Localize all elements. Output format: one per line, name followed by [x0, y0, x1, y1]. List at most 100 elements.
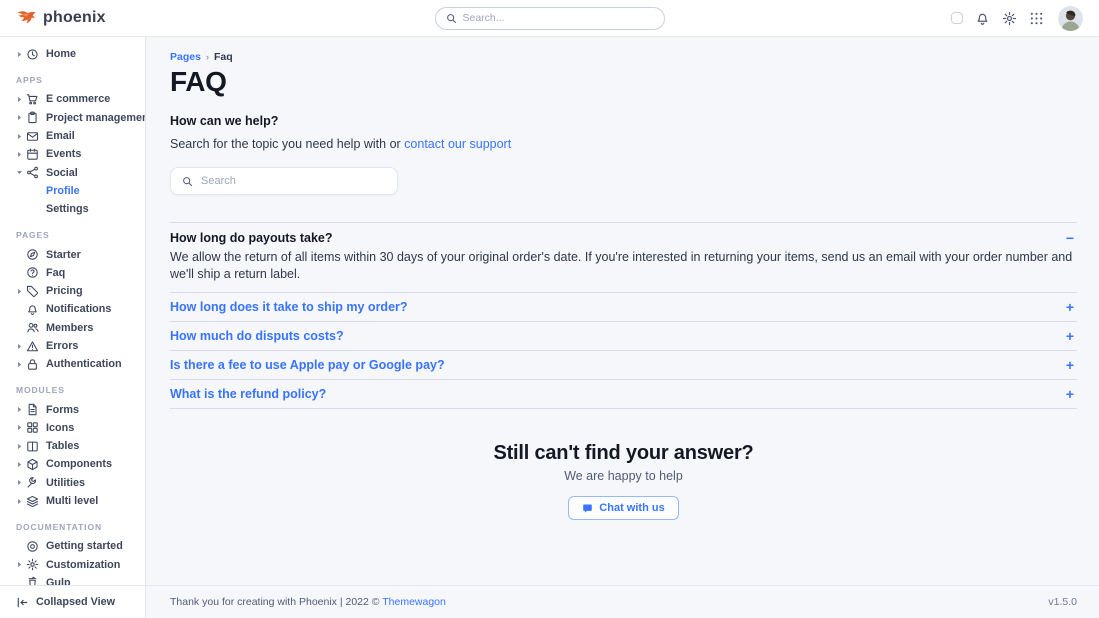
breadcrumb-current: Faq — [214, 51, 233, 63]
sidebar-item-members[interactable]: Members — [0, 319, 145, 337]
main-content: Pages › Faq FAQ How can we help? Search … — [146, 37, 1099, 618]
sidebar-item-label: Components — [46, 458, 112, 470]
faq-item[interactable]: Is there a fee to use Apple pay or Googl… — [170, 351, 1077, 380]
chevron-right-icon — [16, 51, 26, 58]
breadcrumb: Pages › Faq — [170, 51, 1077, 63]
theme-toggle[interactable] — [951, 12, 963, 24]
sidebar-item-forms[interactable]: Forms — [0, 400, 145, 418]
breadcrumb-pages-link[interactable]: Pages — [170, 51, 201, 63]
sidebar-item-errors[interactable]: Errors — [0, 337, 145, 355]
help-circle-icon — [26, 266, 39, 279]
faq-search-input[interactable] — [201, 175, 386, 187]
chevron-right-icon — [16, 498, 26, 505]
footer-text: Thank you for creating with Phoenix | 20… — [170, 596, 382, 608]
sidebar-item-faq[interactable]: Faq — [0, 264, 145, 282]
expand-plus-icon[interactable]: + — [1066, 387, 1077, 401]
apps-grid-icon[interactable] — [1028, 10, 1044, 26]
faq-question: How long do payouts take? — [170, 231, 333, 245]
sidebar-item-label: Faq — [46, 267, 65, 279]
cta-subtitle: We are happy to help — [170, 469, 1077, 483]
chevron-right-icon — [16, 406, 26, 413]
user-avatar[interactable] — [1058, 6, 1083, 31]
sidebar-item-notifications[interactable]: Notifications — [0, 300, 145, 318]
sidebar-section-label-documentation: DOCUMENTATION — [16, 522, 145, 532]
gear-icon[interactable] — [1001, 10, 1017, 26]
chat-with-us-button[interactable]: Chat with us — [568, 496, 678, 520]
faq-item[interactable]: How long does it take to ship my order? + — [170, 293, 1077, 322]
cart-icon — [26, 93, 39, 106]
sidebar-nav: HomeAPPSE commerceProject managementEmai… — [0, 37, 145, 618]
chevron-right-icon — [16, 479, 26, 486]
phoenix-logo[interactable]: phoenix — [16, 9, 106, 27]
sidebar-item-label: Home — [46, 48, 76, 60]
themewagon-link[interactable]: Themewagon — [382, 596, 446, 608]
faq-question: What is the refund policy? — [170, 387, 326, 401]
sidebar-item-authentication[interactable]: Authentication — [0, 355, 145, 373]
sidebar-item-e-commerce[interactable]: E commerce — [0, 90, 145, 108]
faq-question: How much do disputs costs? — [170, 329, 344, 343]
help-subtext-text: Search for the topic you need help with … — [170, 137, 404, 151]
chat-button-label: Chat with us — [599, 502, 664, 514]
sidebar-item-customization[interactable]: Customization — [0, 556, 145, 574]
sidebar-item-multi-level[interactable]: Multi level — [0, 492, 145, 510]
navbar-actions — [951, 6, 1083, 31]
sidebar-item-label: Multi level — [46, 495, 98, 507]
sidebar-item-tables[interactable]: Tables — [0, 437, 145, 455]
expand-plus-icon[interactable]: + — [1066, 358, 1077, 372]
expand-plus-icon[interactable]: + — [1066, 300, 1077, 314]
search-icon — [446, 13, 457, 24]
disc-icon — [26, 540, 39, 553]
sidebar-item-utilities[interactable]: Utilities — [0, 474, 145, 492]
faq-item[interactable]: How much do disputs costs? + — [170, 322, 1077, 351]
faq-question: Is there a fee to use Apple pay or Googl… — [170, 358, 445, 372]
page-title: FAQ — [170, 65, 1077, 99]
faq-item[interactable]: How long do payouts take?−We allow the r… — [170, 223, 1077, 293]
chevron-right-icon — [16, 114, 26, 121]
compass-icon — [26, 248, 39, 261]
sidebar-item-label: Social — [46, 167, 78, 179]
sidebar-item-label: Utilities — [46, 477, 85, 489]
sidebar-item-events[interactable]: Events — [0, 145, 145, 163]
file-text-icon — [26, 403, 39, 416]
sidebar-item-label: Customization — [46, 559, 120, 571]
contact-support-link[interactable]: contact our support — [404, 137, 511, 151]
chevron-right-icon — [16, 561, 26, 568]
users-icon — [26, 321, 39, 334]
global-search[interactable] — [435, 7, 665, 30]
sidebar-item-label: Getting started — [46, 540, 123, 552]
sidebar-section-label-modules: MODULES — [16, 385, 145, 395]
bell-icon[interactable] — [974, 10, 990, 26]
sidebar-item-label: Icons — [46, 422, 74, 434]
sidebar-item-components[interactable]: Components — [0, 455, 145, 473]
faq-question: How long does it take to ship my order? — [170, 300, 408, 314]
global-search-input[interactable] — [463, 12, 654, 24]
content-footer: Thank you for creating with Phoenix | 20… — [146, 585, 1099, 618]
sidebar-item-label: Project management — [46, 112, 145, 124]
sidebar-item-getting-started[interactable]: Getting started — [0, 537, 145, 555]
brand-name: phoenix — [43, 9, 106, 27]
sidebar-item-label: E commerce — [46, 93, 110, 105]
chevron-down-icon — [16, 169, 26, 176]
sidebar-item-icons[interactable]: Icons — [0, 419, 145, 437]
sidebar-item-project-management[interactable]: Project management — [0, 109, 145, 127]
collapsed-view-button[interactable]: Collapsed View — [0, 585, 145, 618]
breadcrumb-separator: › — [206, 52, 209, 62]
sidebar-item-pricing[interactable]: Pricing — [0, 282, 145, 300]
collapse-minus-icon[interactable]: − — [1066, 231, 1077, 245]
sidebar-item-label: Authentication — [46, 358, 122, 370]
grid-icon — [26, 421, 39, 434]
chat-bubble-icon — [582, 503, 593, 514]
sidebar-item-label: Notifications — [46, 303, 111, 315]
sidebar-item-email[interactable]: Email — [0, 127, 145, 145]
expand-plus-icon[interactable]: + — [1066, 329, 1077, 343]
sidebar-item-home[interactable]: Home — [0, 45, 145, 63]
faq-search[interactable] — [170, 167, 398, 195]
sidebar: HomeAPPSE commerceProject managementEmai… — [0, 37, 146, 618]
sidebar-item-starter[interactable]: Starter — [0, 245, 145, 263]
faq-item[interactable]: What is the refund policy? + — [170, 380, 1077, 409]
chevron-right-icon — [16, 343, 26, 350]
sidebar-item-label: Members — [46, 322, 93, 334]
sidebar-item-profile[interactable]: Profile — [0, 182, 145, 200]
sidebar-item-social[interactable]: Social — [0, 163, 145, 181]
sidebar-item-settings[interactable]: Settings — [0, 200, 145, 218]
